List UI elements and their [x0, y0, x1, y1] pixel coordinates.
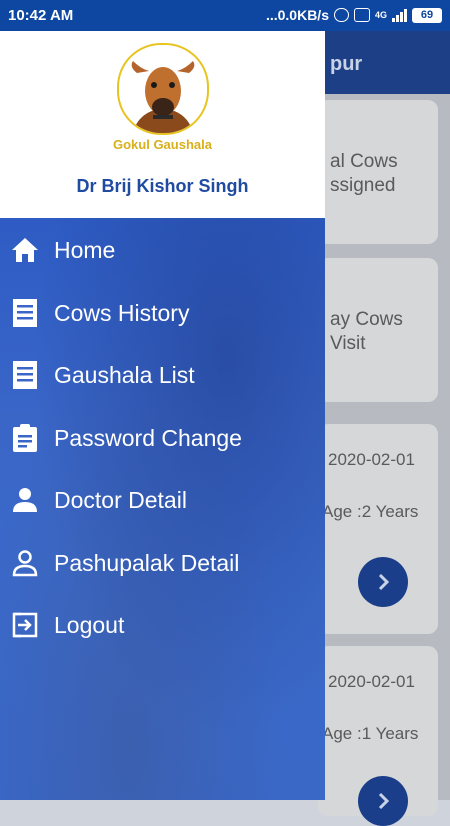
cow-date: 2020-02-01 [328, 672, 415, 691]
logout-icon [10, 610, 40, 640]
menu-label: Gaushala List [54, 361, 195, 388]
menu-item-gaushala-list[interactable]: Gaushala List [0, 350, 325, 400]
alarm-icon [333, 8, 349, 22]
list-icon [10, 298, 40, 328]
menu-item-pashupalak-detail[interactable]: Pashupalak Detail [0, 538, 325, 588]
menu-item-password-change[interactable]: Password Change [0, 413, 325, 463]
doctor-name: Dr Brij Kishor Singh [76, 176, 249, 196]
cow-date: 2020-02-01 [328, 450, 415, 469]
list-icon [10, 360, 40, 390]
gaushala-logo [117, 43, 209, 135]
network-speed: ...0.0KB/s [265, 7, 329, 23]
next-button[interactable] [358, 557, 408, 607]
app-bar-title: pur [330, 53, 363, 75]
card-line: ay Cows [330, 309, 403, 330]
card-line: al Cows [330, 151, 398, 172]
cow-card[interactable]: 2020-02-01 Age :1 Years [318, 646, 438, 826]
home-icon [10, 235, 40, 265]
battery-icon: 69 [412, 7, 442, 23]
card-line: ssigned [330, 175, 396, 196]
menu-label: Logout [54, 611, 125, 638]
menu-item-doctor-detail[interactable]: Doctor Detail [0, 475, 325, 525]
status-right: ...0.0KB/s 4G 69 [266, 7, 442, 23]
cow-age: Age :1 Years [322, 724, 419, 743]
menu-label: Pashupalak Detail [54, 549, 240, 576]
person-outline-icon [10, 548, 40, 578]
network-type: 4G [374, 10, 387, 20]
volte-icon [353, 8, 370, 22]
drawer-header: Gokul Gaushala Dr Brij Kishor Singh [0, 31, 325, 218]
menu-label: Cows History [54, 299, 190, 326]
cow-card[interactable]: 2020-02-01 Age :2 Years [318, 424, 438, 634]
next-button[interactable] [358, 776, 408, 826]
cow-age: Age :2 Years [322, 502, 419, 521]
summary-card[interactable]: ay Cows Visit [318, 258, 438, 402]
status-bar: 10:42 AM ...0.0KB/s 4G 69 [0, 0, 450, 31]
menu-item-cows-history[interactable]: Cows History [0, 288, 325, 338]
logo-title: Gokul Gaushala [113, 137, 212, 152]
summary-card[interactable]: al Cows ssigned [318, 100, 438, 244]
card-line: Visit [330, 333, 366, 354]
chevron-right-icon [378, 792, 390, 810]
menu-label: Home [54, 236, 116, 263]
person-icon [10, 485, 40, 515]
menu-label: Doctor Detail [54, 486, 187, 513]
status-time: 10:42 AM [8, 7, 74, 24]
clipboard-icon [10, 423, 40, 453]
signal-icon [392, 8, 407, 22]
cow-icon [131, 61, 195, 133]
menu-label: Password Change [54, 424, 242, 451]
chevron-right-icon [378, 573, 390, 591]
drawer-menu: Home Cows History Gaushala List Password… [0, 218, 325, 800]
navigation-drawer: Gokul Gaushala Dr Brij Kishor Singh Home… [0, 31, 325, 800]
menu-item-home[interactable]: Home [0, 225, 325, 275]
menu-item-logout[interactable]: Logout [0, 600, 325, 650]
